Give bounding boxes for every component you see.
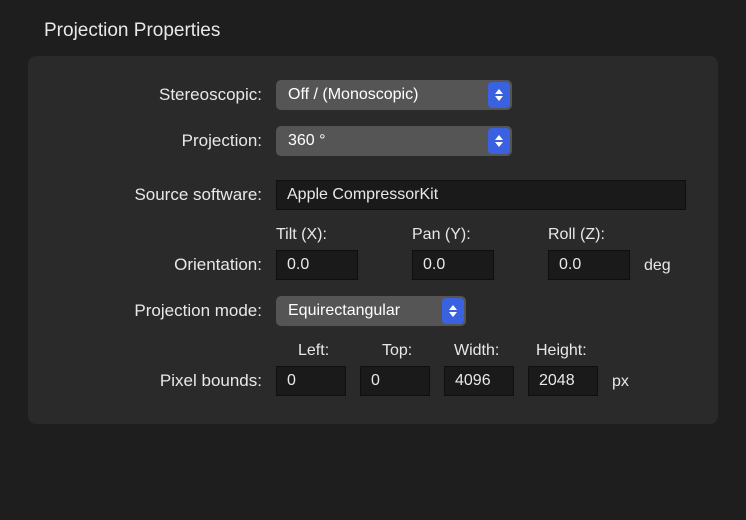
stereoscopic-label: Stereoscopic: (28, 85, 276, 105)
pixel-bounds-row: Pixel bounds: Left: Top: Width: Height: (28, 342, 690, 396)
updown-arrows-icon (442, 298, 464, 324)
projection-row: Projection: 360 ° (28, 126, 690, 156)
projection-label: Projection: (28, 131, 276, 151)
projection-select[interactable]: 360 ° (276, 126, 512, 156)
source-software-label: Source software: (28, 185, 276, 205)
px-unit: px (612, 373, 629, 396)
updown-arrows-icon (488, 82, 510, 108)
width-label: Width: (444, 342, 514, 360)
stereoscopic-value: Off / (Monoscopic) (288, 86, 418, 104)
projection-mode-row: Projection mode: Equirectangular (28, 296, 690, 326)
orientation-label: Orientation: (28, 255, 276, 280)
projection-value: 360 ° (288, 132, 326, 150)
roll-z-input[interactable] (548, 250, 630, 280)
properties-panel: Stereoscopic: Off / (Monoscopic) Project… (28, 56, 718, 424)
section-title: Projection Properties (44, 20, 732, 42)
stereoscopic-row: Stereoscopic: Off / (Monoscopic) (28, 80, 690, 110)
roll-z-label: Roll (Z): (548, 226, 630, 244)
source-software-row: Source software: (28, 180, 690, 210)
updown-arrows-icon (488, 128, 510, 154)
tilt-x-label: Tilt (X): (276, 226, 358, 244)
orientation-row: Orientation: Tilt (X): Pan (Y): Roll (Z)… (28, 226, 690, 280)
height-label: Height: (528, 342, 598, 360)
pan-y-label: Pan (Y): (412, 226, 494, 244)
source-software-input[interactable] (276, 180, 686, 210)
left-input[interactable] (276, 366, 346, 396)
left-label: Left: (276, 342, 346, 360)
projection-mode-label: Projection mode: (28, 301, 276, 321)
tilt-x-input[interactable] (276, 250, 358, 280)
top-label: Top: (360, 342, 430, 360)
height-input[interactable] (528, 366, 598, 396)
projection-mode-value: Equirectangular (288, 302, 400, 320)
projection-mode-select[interactable]: Equirectangular (276, 296, 466, 326)
top-input[interactable] (360, 366, 430, 396)
deg-unit: deg (644, 257, 671, 280)
pan-y-input[interactable] (412, 250, 494, 280)
stereoscopic-select[interactable]: Off / (Monoscopic) (276, 80, 512, 110)
pixel-bounds-label: Pixel bounds: (28, 371, 276, 396)
width-input[interactable] (444, 366, 514, 396)
